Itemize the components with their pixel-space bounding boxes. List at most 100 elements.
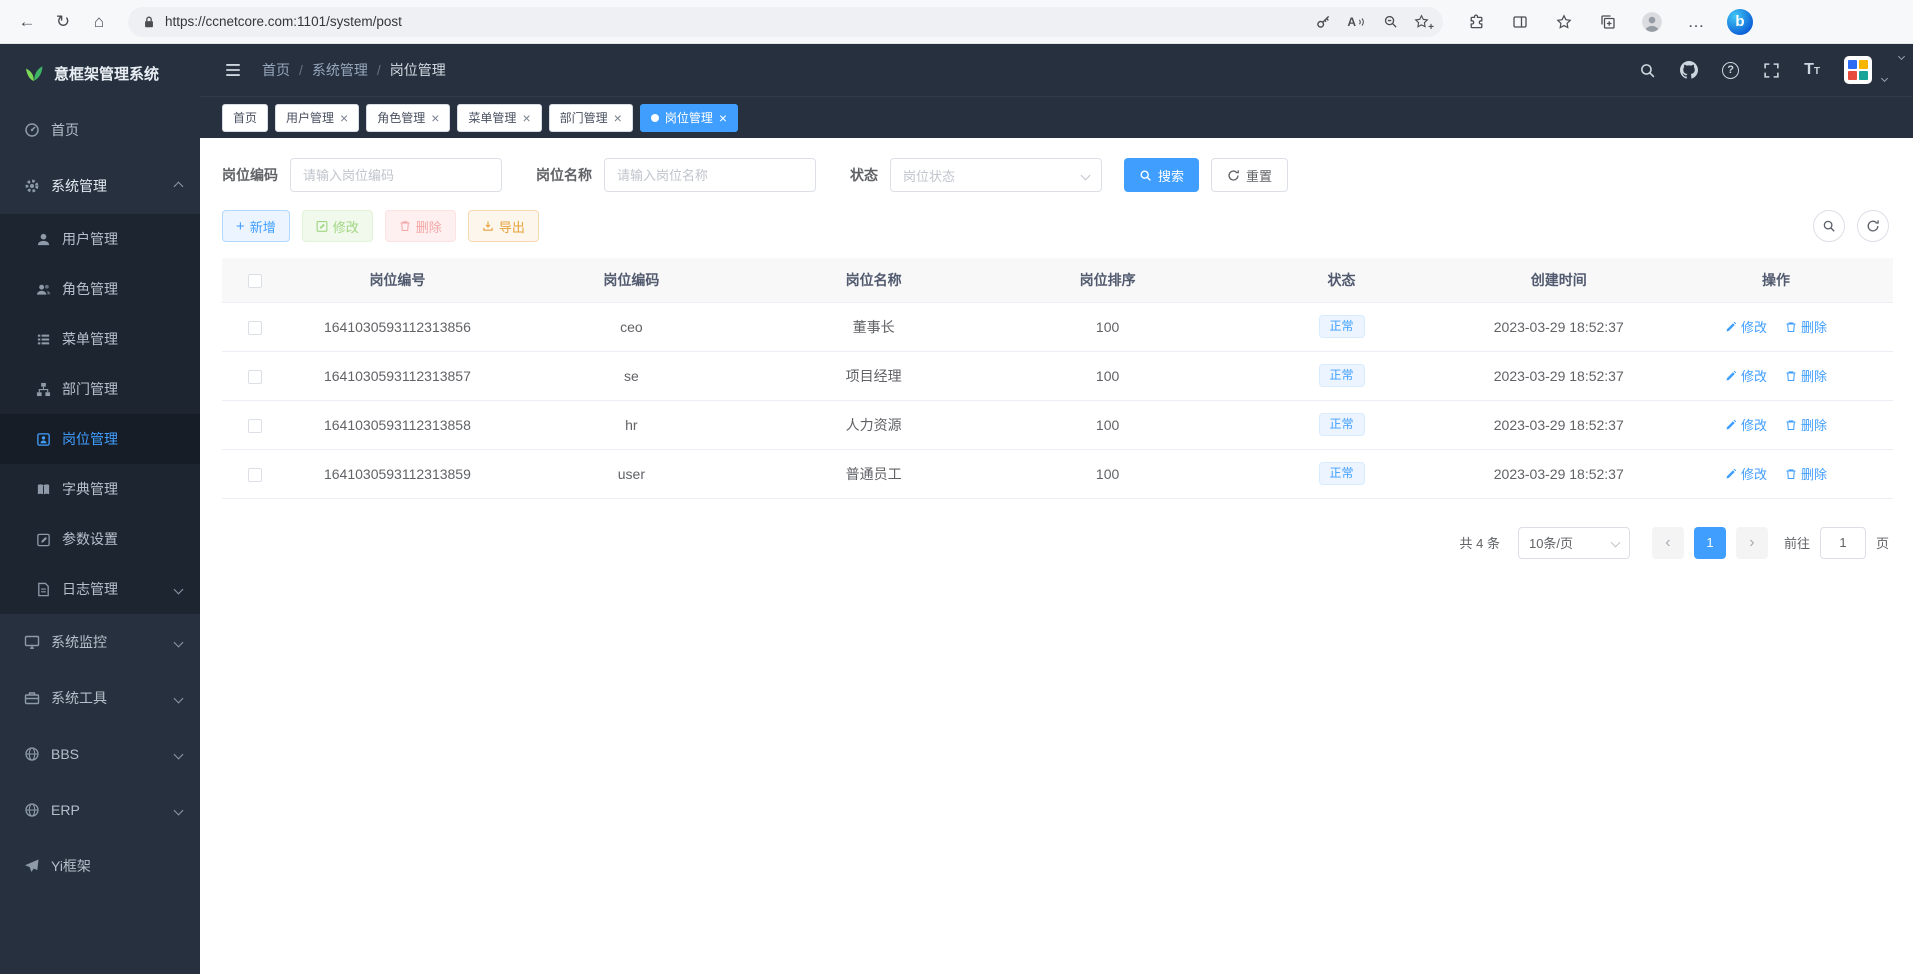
select-all-checkbox[interactable] xyxy=(248,274,262,288)
export-button[interactable]: 导出 xyxy=(468,210,539,242)
zoom-icon[interactable] xyxy=(1383,14,1398,29)
sidebar-item-param-settings[interactable]: 参数设置 xyxy=(0,514,200,564)
chevron-down-icon xyxy=(1898,53,1905,60)
bing-sidebar-icon[interactable]: b xyxy=(1727,9,1753,35)
header-actions: ? TT xyxy=(1639,56,1887,84)
sidebar-item-log-management[interactable]: 日志管理 xyxy=(0,564,200,614)
tab-role-management[interactable]: 角色管理 × xyxy=(366,104,450,132)
close-icon[interactable]: × xyxy=(719,111,727,125)
sidebar-item-role-management[interactable]: 角色管理 xyxy=(0,264,200,314)
favorites-icon[interactable] xyxy=(1547,6,1581,38)
split-screen-icon[interactable] xyxy=(1503,6,1537,38)
extensions-icon[interactable] xyxy=(1459,6,1493,38)
avatar-dropdown-caret[interactable] xyxy=(1881,74,1888,81)
sidebar-item-yi-framework[interactable]: Yi框架 xyxy=(0,838,200,894)
password-key-icon[interactable] xyxy=(1316,14,1331,29)
sidebar-item-system-management[interactable]: 系统管理 xyxy=(0,158,200,214)
tab-home[interactable]: 首页 xyxy=(222,104,268,132)
goto-page-input[interactable] xyxy=(1820,527,1866,559)
tab-menu-management[interactable]: 菜单管理 × xyxy=(457,104,541,132)
row-checkbox[interactable] xyxy=(248,419,262,433)
row-delete-link[interactable]: 删除 xyxy=(1785,317,1827,336)
row-edit-link[interactable]: 修改 xyxy=(1725,317,1767,336)
profile-avatar[interactable] xyxy=(1635,6,1669,38)
sidebar-toggle-button[interactable] xyxy=(224,61,242,79)
github-icon[interactable] xyxy=(1680,61,1698,79)
add-button[interactable]: + 新增 xyxy=(222,210,290,242)
prev-page-button[interactable]: ‹ xyxy=(1652,527,1684,559)
add-favorite-icon[interactable]: + xyxy=(1414,14,1429,29)
col-status: 状态 xyxy=(1225,258,1459,302)
close-icon[interactable]: × xyxy=(431,111,439,125)
sidebar-collapse-caret[interactable] xyxy=(1899,46,1904,64)
collections-icon[interactable] xyxy=(1591,6,1625,38)
reset-button[interactable]: 重置 xyxy=(1211,158,1288,192)
tab-label: 首页 xyxy=(233,109,257,126)
sidebar-item-label: 系统监控 xyxy=(51,632,107,652)
sidebar-item-system-monitor[interactable]: 系统监控 xyxy=(0,614,200,670)
page-size-select[interactable]: 10条/页 xyxy=(1518,527,1630,559)
post-code-input[interactable] xyxy=(290,158,502,192)
user-avatar[interactable] xyxy=(1844,56,1872,84)
cell-post-name: 普通员工 xyxy=(757,449,991,498)
read-aloud-icon[interactable]: A xyxy=(1347,15,1367,29)
row-delete-link[interactable]: 删除 xyxy=(1785,366,1827,385)
tab-user-management[interactable]: 用户管理 × xyxy=(275,104,359,132)
app-logo[interactable]: 意框架管理系统 xyxy=(0,44,200,102)
sidebar-menu: 首页 系统管理 用户管理 xyxy=(0,102,200,894)
tab-dept-management[interactable]: 部门管理 × xyxy=(549,104,633,132)
edit-button[interactable]: 修改 xyxy=(302,210,373,242)
sidebar-item-home[interactable]: 首页 xyxy=(0,102,200,158)
browser-refresh-button[interactable]: ↻ xyxy=(46,6,80,38)
cell-post-sort: 100 xyxy=(991,302,1225,351)
app-window: 意框架管理系统 首页 系统管理 xyxy=(0,44,1913,974)
sidebar-item-erp[interactable]: ERP xyxy=(0,782,200,838)
next-page-button[interactable]: › xyxy=(1736,527,1768,559)
lock-icon xyxy=(142,15,156,29)
row-edit-link[interactable]: 修改 xyxy=(1725,464,1767,483)
browser-home-button[interactable]: ⌂ xyxy=(82,6,116,38)
sidebar-item-system-tools[interactable]: 系统工具 xyxy=(0,670,200,726)
toggle-search-button[interactable] xyxy=(1813,210,1845,242)
tab-post-management[interactable]: 岗位管理 × xyxy=(640,104,738,132)
system-management-submenu: 用户管理 角色管理 菜单管理 xyxy=(0,214,200,614)
breadcrumb-home[interactable]: 首页 xyxy=(262,60,290,80)
sidebar-item-bbs[interactable]: BBS xyxy=(0,726,200,782)
help-icon[interactable]: ? xyxy=(1722,62,1739,79)
row-delete-link[interactable]: 删除 xyxy=(1785,464,1827,483)
refresh-table-button[interactable] xyxy=(1857,210,1889,242)
browser-back-button[interactable]: ← xyxy=(10,6,44,38)
close-icon[interactable]: × xyxy=(522,111,530,125)
row-edit-link[interactable]: 修改 xyxy=(1725,366,1767,385)
page-1-button[interactable]: 1 xyxy=(1694,527,1726,559)
browser-chrome: ← ↻ ⌂ https://ccnetcore.com:1101/system/… xyxy=(0,0,1913,44)
row-checkbox[interactable] xyxy=(248,370,262,384)
row-edit-link[interactable]: 修改 xyxy=(1725,415,1767,434)
close-icon[interactable]: × xyxy=(340,111,348,125)
sidebar-item-user-management[interactable]: 用户管理 xyxy=(0,214,200,264)
post-name-input[interactable] xyxy=(604,158,816,192)
globe-icon xyxy=(24,802,40,818)
delete-button[interactable]: 删除 xyxy=(385,210,456,242)
row-delete-link[interactable]: 删除 xyxy=(1785,415,1827,434)
breadcrumb-system-management[interactable]: 系统管理 xyxy=(312,60,368,80)
url-text[interactable]: https://ccnetcore.com:1101/system/post xyxy=(165,14,1307,29)
sidebar-item-post-management[interactable]: 岗位管理 xyxy=(0,414,200,464)
fullscreen-icon[interactable] xyxy=(1763,62,1780,79)
row-checkbox[interactable] xyxy=(248,321,262,335)
close-icon[interactable]: × xyxy=(614,111,622,125)
tab-label: 岗位管理 xyxy=(665,109,713,126)
sidebar-item-label: 系统工具 xyxy=(51,688,107,708)
search-button[interactable]: 搜索 xyxy=(1124,158,1199,192)
breadcrumb-separator: / xyxy=(299,62,303,78)
browser-menu-icon[interactable]: … xyxy=(1679,6,1713,38)
sidebar-item-dept-management[interactable]: 部门管理 xyxy=(0,364,200,414)
address-bar[interactable]: https://ccnetcore.com:1101/system/post A… xyxy=(128,7,1443,37)
row-checkbox[interactable] xyxy=(248,468,262,482)
status-select[interactable]: 岗位状态 xyxy=(890,158,1102,192)
font-size-icon[interactable]: TT xyxy=(1804,61,1820,79)
search-icon[interactable] xyxy=(1639,62,1656,79)
sidebar-item-dict-management[interactable]: 字典管理 xyxy=(0,464,200,514)
sidebar-item-label: 岗位管理 xyxy=(62,429,118,449)
sidebar-item-menu-management[interactable]: 菜单管理 xyxy=(0,314,200,364)
